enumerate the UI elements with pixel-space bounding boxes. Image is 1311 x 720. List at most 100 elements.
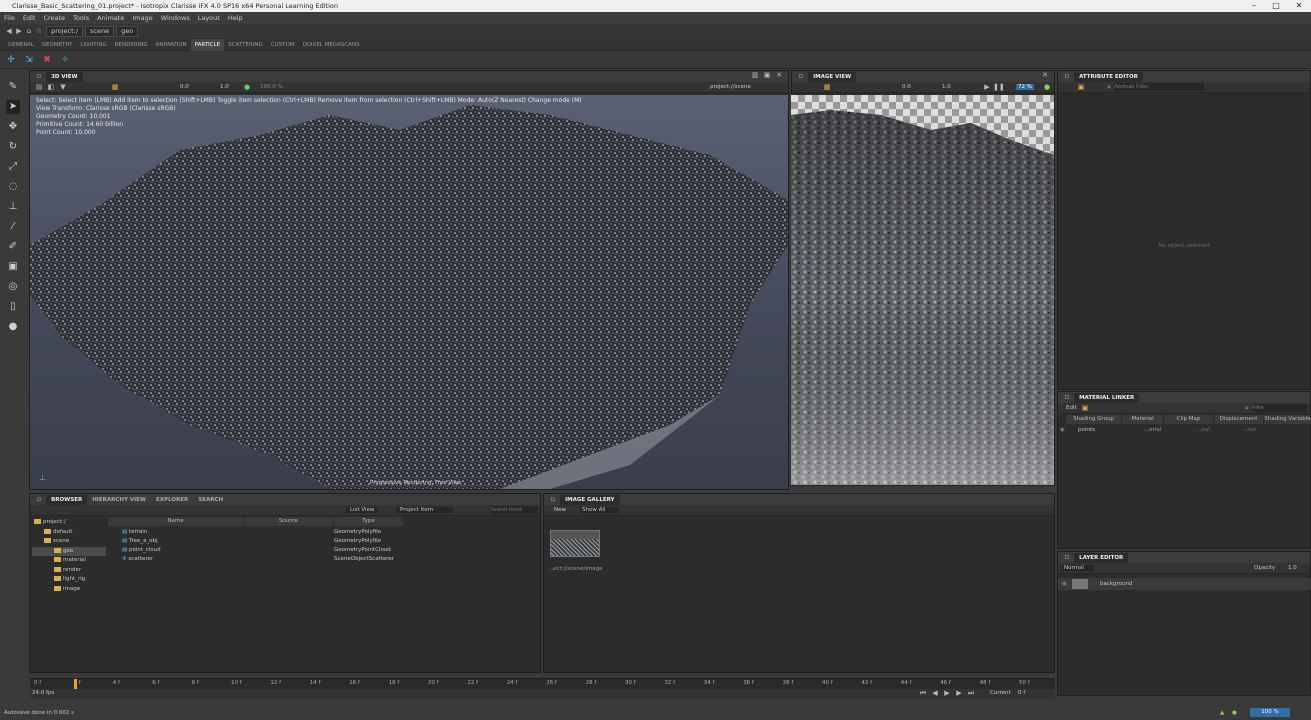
material-filter-input[interactable] bbox=[1252, 404, 1307, 412]
image-gamma-value[interactable]: 0.0 bbox=[902, 84, 911, 90]
tree-item-light-rig[interactable]: light_rig bbox=[32, 575, 106, 585]
play-icon[interactable]: ▶ bbox=[943, 689, 951, 697]
item-filter-select[interactable]: Project Item bbox=[396, 507, 454, 513]
particle-scatter-icon[interactable]: ✧ bbox=[60, 55, 70, 65]
menu-windows[interactable]: Windows bbox=[157, 12, 194, 24]
tree-item-image[interactable]: image bbox=[32, 585, 106, 595]
camera-menu-icon[interactable]: ▤ bbox=[35, 83, 43, 91]
first-frame-icon[interactable]: ⏮ bbox=[919, 689, 927, 697]
pause-render-icon[interactable]: ❚❚ bbox=[993, 83, 1005, 91]
particle-emitter-icon[interactable]: ✢ bbox=[6, 55, 16, 65]
col-name[interactable]: Name bbox=[108, 517, 244, 526]
grid-toggle-icon[interactable]: ▦ bbox=[111, 83, 119, 91]
browser-item-scatterer[interactable]: ✢ scatterer SceneObjectScatterer bbox=[122, 555, 422, 564]
col-shading-group[interactable]: Shading Group bbox=[1066, 415, 1122, 424]
view-mode-select[interactable]: List View bbox=[346, 507, 379, 513]
particle-kill-icon[interactable]: ✖ bbox=[42, 55, 52, 65]
ruler-tool-icon[interactable]: ▯ bbox=[6, 300, 20, 314]
tree-item-render[interactable]: render bbox=[32, 566, 106, 576]
tree-item-geo[interactable]: geo bbox=[32, 546, 106, 556]
lock-icon[interactable]: ▫ bbox=[1063, 393, 1071, 401]
menu-edit[interactable]: Edit bbox=[19, 12, 40, 24]
stamp-tool-icon[interactable]: ⊥ bbox=[6, 200, 20, 214]
gallery-show-select[interactable]: Show All bbox=[580, 507, 620, 513]
bookmark-icon[interactable]: ☆ bbox=[35, 27, 43, 35]
lock-icon[interactable]: ▫ bbox=[35, 72, 43, 80]
status-zoom[interactable]: 100 % bbox=[1250, 708, 1290, 717]
current-frame-value[interactable]: 0 f bbox=[1018, 690, 1025, 696]
next-frame-icon[interactable]: ▶ bbox=[955, 689, 963, 697]
material-link-icon[interactable]: ▣ bbox=[1081, 404, 1089, 412]
camera-tool-icon[interactable]: ◎ bbox=[6, 280, 20, 294]
pen-tool-icon[interactable]: ✎ bbox=[6, 80, 20, 94]
exposure-value[interactable]: 1.0 bbox=[220, 84, 229, 90]
panel-maximize-icon[interactable]: ▣ bbox=[763, 71, 771, 79]
3d-viewport[interactable]: Select: Select item (LMB) Add item to se… bbox=[30, 95, 788, 489]
panel-split-icon[interactable]: ▥ bbox=[751, 71, 759, 79]
browser-item-point-cloud[interactable]: ▤ point_cloud GeometryPointCloud bbox=[122, 546, 422, 555]
col-type[interactable]: Type bbox=[334, 517, 404, 526]
attribute-mode-icon[interactable]: ▣ bbox=[1077, 83, 1085, 91]
material-linker-row[interactable]: ◉ points ...erial ...nul ...nul bbox=[1058, 426, 1311, 435]
row-displacement[interactable]: ...nul bbox=[1242, 426, 1256, 435]
attribute-filter-input[interactable] bbox=[1114, 83, 1204, 91]
breadcrumb-scene[interactable]: scene bbox=[85, 26, 115, 37]
minimize-icon[interactable]: – bbox=[1243, 0, 1265, 12]
tree-item-scene[interactable]: scene bbox=[32, 537, 106, 547]
col-displacement[interactable]: Displacement bbox=[1214, 415, 1264, 424]
panel-close-icon[interactable]: ✕ bbox=[775, 71, 783, 79]
timeline[interactable]: 0 f2 f4 f6 f8 f10 f12 f14 f16 f18 f20 f2… bbox=[30, 678, 1055, 689]
opacity-value[interactable]: 1.0 bbox=[1288, 565, 1297, 571]
play-render-icon[interactable]: ▶ bbox=[983, 83, 991, 91]
channel-rgb-icon[interactable]: ▦ bbox=[823, 83, 831, 91]
brush-tool-icon[interactable]: ⁄ bbox=[6, 220, 20, 234]
last-frame-icon[interactable]: ⏭ bbox=[967, 689, 975, 697]
back-icon[interactable]: ◀ bbox=[5, 27, 13, 35]
prev-frame-icon[interactable]: ◀ bbox=[931, 689, 939, 697]
visibility-eye-icon[interactable]: ◉ bbox=[1060, 426, 1065, 435]
home-icon[interactable]: ⌂ bbox=[25, 27, 33, 35]
lock-icon[interactable]: ▫ bbox=[1063, 553, 1071, 561]
col-source[interactable]: Source bbox=[244, 517, 334, 526]
lock-icon[interactable]: ▫ bbox=[549, 495, 557, 503]
lock-icon[interactable]: ▫ bbox=[797, 72, 805, 80]
forward-icon[interactable]: ▶ bbox=[15, 27, 23, 35]
select-tool-icon[interactable]: ➤ bbox=[6, 100, 20, 114]
gallery-thumbnail[interactable] bbox=[550, 530, 600, 557]
menu-image[interactable]: Image bbox=[128, 12, 156, 24]
sampling-value[interactable]: 100.0 % bbox=[260, 84, 283, 90]
fps-value[interactable]: 24.0 fps bbox=[32, 690, 54, 696]
col-material[interactable]: Material bbox=[1122, 415, 1164, 424]
breadcrumb-project[interactable]: project:/ bbox=[46, 26, 84, 37]
blend-mode-select[interactable]: Normal bbox=[1062, 565, 1094, 571]
layer-row[interactable]: ◉ background bbox=[1058, 578, 1311, 590]
gallery-new-button[interactable]: New bbox=[554, 507, 566, 513]
menu-file[interactable]: File bbox=[0, 12, 19, 24]
row-clip-map[interactable]: ...nul bbox=[1196, 426, 1210, 435]
timeline-playhead[interactable] bbox=[74, 679, 77, 689]
paint-tool-icon[interactable]: ✐ bbox=[6, 240, 20, 254]
warning-icon[interactable]: ▲ bbox=[1220, 706, 1224, 720]
image-exposure-value[interactable]: 1.0 bbox=[942, 84, 951, 90]
col-clip-map[interactable]: Clip Map bbox=[1164, 415, 1214, 424]
tree-item-default[interactable]: default bbox=[32, 528, 106, 538]
display-menu-icon[interactable]: ◧ bbox=[47, 83, 55, 91]
tree-item-material[interactable]: material bbox=[32, 556, 106, 566]
close-icon[interactable]: ✕ bbox=[1288, 0, 1310, 12]
gamma-value[interactable]: 0.0 bbox=[180, 84, 189, 90]
tree-item-project[interactable]: project:/ bbox=[32, 518, 106, 528]
row-material[interactable]: ...erial bbox=[1144, 426, 1161, 435]
move-tool-icon[interactable]: ✥ bbox=[6, 120, 20, 134]
color-swatch-icon[interactable]: ● bbox=[6, 320, 20, 334]
panel-close-icon[interactable]: ✕ bbox=[1041, 71, 1049, 79]
maximize-icon[interactable]: □ bbox=[1265, 0, 1287, 12]
menu-help[interactable]: Help bbox=[224, 12, 247, 24]
rotate-tool-icon[interactable]: ↻ bbox=[6, 140, 20, 154]
orbit-tool-icon[interactable]: ◌ bbox=[6, 180, 20, 194]
image-render-canvas[interactable] bbox=[791, 95, 1054, 485]
lock-icon[interactable]: ▫ bbox=[35, 495, 43, 503]
material-edit-button[interactable]: Edit bbox=[1066, 405, 1077, 411]
particle-container-icon[interactable]: ⇲ bbox=[24, 55, 34, 65]
menu-tools[interactable]: Tools bbox=[69, 12, 93, 24]
lock-icon[interactable]: ▫ bbox=[1063, 72, 1071, 80]
